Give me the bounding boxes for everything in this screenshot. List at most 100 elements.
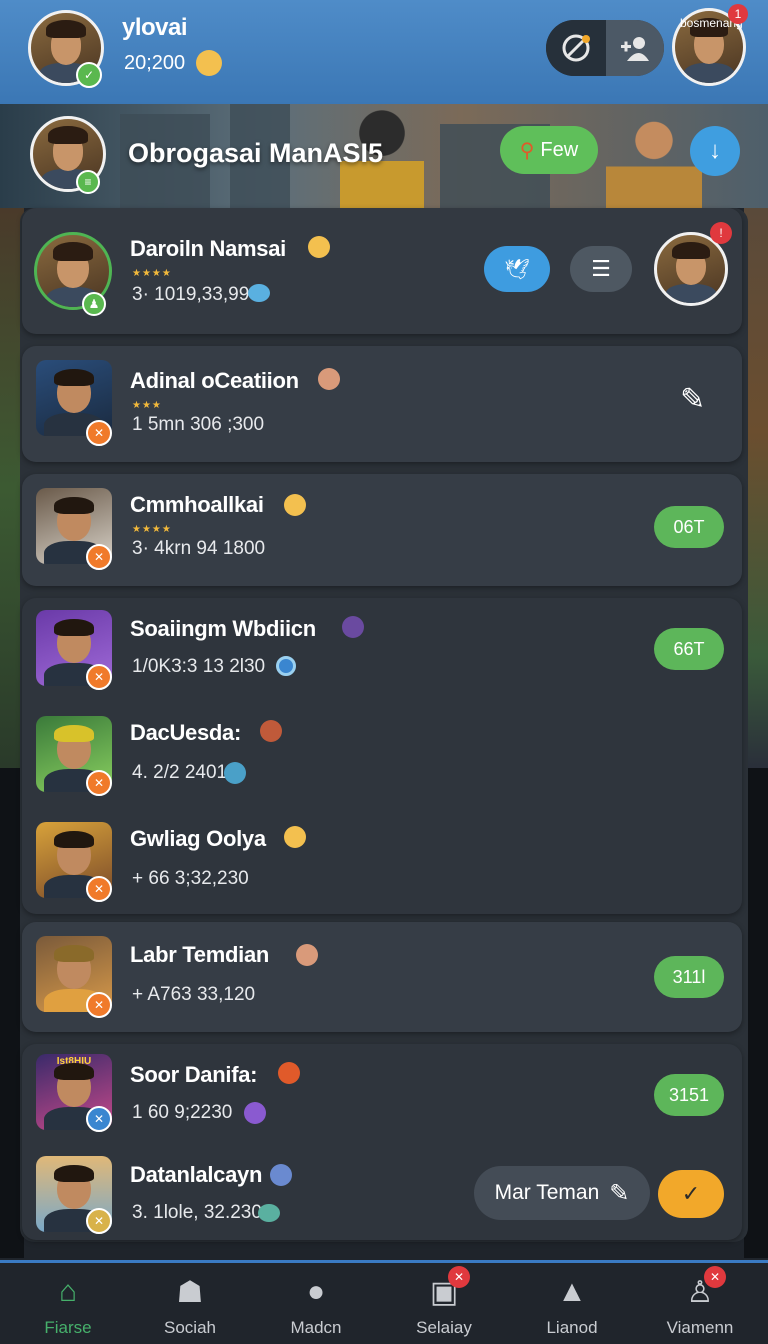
emoji-icon xyxy=(308,236,330,258)
add-friend-button[interactable]: Mar Teman ✎ xyxy=(474,1166,650,1220)
add-friend-header-button[interactable] xyxy=(606,20,664,76)
tab-label: Selaiay xyxy=(416,1318,472,1337)
list-item[interactable]: Ist8HIU ✕ Soor Danifa: 1 60 9;2230 3151 xyxy=(0,1044,768,1144)
add-friend-label: Mar Teman xyxy=(494,1181,600,1204)
emoji-icon xyxy=(270,1164,292,1186)
rating-stars: ★★★ xyxy=(132,400,162,411)
tab-gallery[interactable]: ▣ ✕ Selaiay xyxy=(394,1266,494,1340)
bird-icon: 🕊 xyxy=(504,258,530,281)
friend-stat: 4. 2/2 2401 xyxy=(132,762,228,783)
friend-name: Cmmhoallkai xyxy=(130,492,264,517)
status-icon xyxy=(258,1204,280,1222)
menu-button[interactable]: ☰ xyxy=(570,246,632,292)
list-item[interactable]: ✕ Labr Temdian + A763 33,120 311l xyxy=(0,922,768,1032)
friend-name: Daroiln Namsai xyxy=(130,236,286,261)
online-badge: ♟ xyxy=(82,292,106,316)
friend-stat: 3· 1019,33,99 xyxy=(132,284,250,305)
list-item[interactable]: ✕ Datanlalcayn 3. 1lole, 32.230 xyxy=(0,1144,768,1240)
banner-avatar-badge: ≡ xyxy=(76,170,100,194)
friend-stat: 1 5mn 306 ;300 xyxy=(132,414,265,435)
block-user-icon xyxy=(562,34,590,62)
rating-stars: ★★★★ xyxy=(132,268,172,279)
banner-title: Obrogasai ManASI5 xyxy=(128,138,384,168)
friend-stat: 1/0K3:3 13 2l30 xyxy=(132,656,266,677)
tab-label: Soсiah xyxy=(164,1318,216,1337)
emoji-icon xyxy=(318,368,340,390)
emoji-icon xyxy=(284,494,306,516)
banner-hero-image xyxy=(606,104,702,208)
tab-social[interactable]: ☗ Soсiah xyxy=(140,1274,240,1340)
game-badge-icon: ✕ xyxy=(86,1208,112,1234)
game-badge-icon: ✕ xyxy=(86,544,112,570)
tower-icon: ▲ xyxy=(557,1275,587,1308)
game-badge-icon: ✕ xyxy=(86,770,112,796)
status-icon xyxy=(244,1102,266,1124)
few-button-label: Few xyxy=(540,138,579,161)
tab-home[interactable]: ⌂ Fiarse xyxy=(18,1274,118,1340)
score-pill[interactable]: 3151 xyxy=(654,1074,724,1116)
score-pill[interactable]: 06T xyxy=(654,506,724,548)
notification-badge: 1 xyxy=(728,4,748,24)
list-item[interactable]: ✕ Soaiingm Wbdiicn 1/0K3:3 13 2l30 66T xyxy=(0,598,768,704)
friend-name: Adinal oCeatiion xyxy=(130,368,299,393)
tab-label: Madcn xyxy=(290,1318,342,1337)
tab-label: Lianod xyxy=(546,1318,598,1337)
friend-stat: + 66 3;32,230 xyxy=(132,868,249,889)
status-icon xyxy=(248,284,270,302)
list-item[interactable]: ✕ DacUesda: 4. 2/2 2401 xyxy=(0,704,768,810)
tab-chat[interactable]: ● Madcn xyxy=(266,1274,366,1340)
add-person-icon xyxy=(621,37,649,61)
arrow-down-icon: ↓ xyxy=(709,137,721,164)
list-item[interactable]: ♟ Daroiln Namsai ★★★★ 3· 1019,33,99 🕊 ☰ … xyxy=(0,208,768,334)
username: ylovai xyxy=(122,14,188,41)
chat-bubble-icon: ● xyxy=(306,1275,326,1308)
emoji-icon xyxy=(278,1062,300,1084)
rating-stars: ★★★★ xyxy=(132,524,172,535)
emoji-icon xyxy=(296,944,318,966)
tab-profile[interactable]: ♙ ✕ Viamenn xyxy=(650,1266,750,1340)
list-item[interactable]: ✕ Adinal oCeatiion ★★★ 1 5mn 306 ;300 ✎ xyxy=(0,346,768,462)
friend-name: Soor Danifa: xyxy=(130,1062,258,1087)
game-badge-icon: ✕ xyxy=(86,664,112,690)
friend-name: Datanlalcayn xyxy=(130,1162,263,1187)
score-pill[interactable]: 311l xyxy=(654,956,724,998)
download-button[interactable]: ↓ xyxy=(690,126,740,176)
list-icon: ☰ xyxy=(591,256,611,281)
alert-badge: ! xyxy=(710,222,732,244)
friend-name: Gwliag Oolya xyxy=(130,826,266,851)
coin-balance: 20;200 xyxy=(124,52,186,74)
emoji-icon xyxy=(342,616,364,638)
emoji-icon xyxy=(260,720,282,742)
gallery-alert-badge: ✕ xyxy=(448,1266,470,1288)
image-icon: ▣ ✕ xyxy=(426,1266,470,1310)
header-action-group xyxy=(546,20,664,76)
friend-request-button[interactable] xyxy=(546,20,606,76)
tab-map[interactable]: ▲ Lianod xyxy=(522,1274,622,1340)
pencil-icon: ✎ xyxy=(609,1179,630,1207)
friend-stat: + A763 33,120 xyxy=(132,984,256,1005)
emoji-icon xyxy=(284,826,306,848)
smile-emoji-icon xyxy=(196,50,222,76)
profile-icon: ♙ ✕ xyxy=(682,1266,726,1310)
home-icon: ⌂ xyxy=(58,1275,78,1308)
profile-level-badge: ✓ xyxy=(76,62,102,88)
list-item[interactable]: ✕ Gwliag Oolya + 66 3;32,230 xyxy=(0,810,768,916)
confirm-button[interactable]: ✓ xyxy=(658,1170,724,1218)
check-icon: ✓ xyxy=(681,1181,701,1206)
friend-stat: 3. 1lole, 32.230 xyxy=(132,1202,262,1223)
few-button[interactable]: ⚲ Few xyxy=(500,126,598,174)
game-badge-icon: ✕ xyxy=(86,1106,112,1132)
friend-name: Labr Temdian xyxy=(130,942,270,967)
people-icon: ☗ xyxy=(176,1275,204,1309)
friend-name: Soaiingm Wbdiicn xyxy=(130,616,316,641)
friend-stat: 3· 4krn 94 1800 xyxy=(132,538,266,559)
chat-button[interactable]: 🕊 xyxy=(484,246,550,292)
game-badge-icon: ✕ xyxy=(86,876,112,902)
score-pill[interactable]: 66T xyxy=(654,628,724,670)
friend-name: DacUesda: xyxy=(130,720,242,745)
pencil-icon[interactable]: ✎ xyxy=(680,382,705,417)
list-item[interactable]: ✕ Cmmhoallkai ★★★★ 3· 4krn 94 1800 06T xyxy=(0,474,768,586)
ring-icon xyxy=(276,656,296,676)
friend-stat: 1 60 9;2230 xyxy=(132,1102,233,1123)
game-badge-icon: ✕ xyxy=(86,420,112,446)
